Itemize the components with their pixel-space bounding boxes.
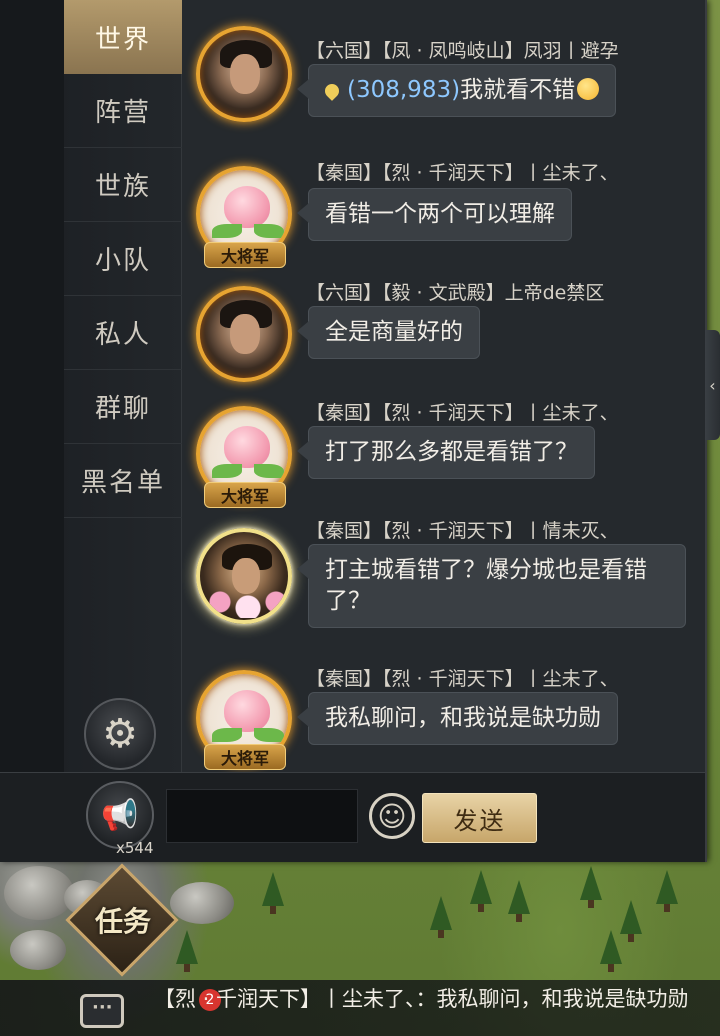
sender-name: 【六国】【凤 · 凤鸣岐山】凤羽丨避孕 [306,40,619,62]
chat-panel: 世界 阵营 世族 小队 私人 群聊 黑名单 ⚙ 【六国】【凤 · 凤鸣岐山】凤羽… [0,0,707,862]
map-rock [4,866,74,920]
message-text: 打主城看错了？爆分城也是看错了？ [325,557,647,614]
chat-ticker[interactable]: 2 【烈 · 千润天下】丨尘未了、：我私聊问，和我说是缺功勋 [0,980,720,1036]
chat-input-bar: 📢 x544 ☺ 发送 [0,772,705,862]
map-tree [620,900,642,942]
leaf-icon [212,224,242,238]
message-bubble: 全是商量好的 [297,306,480,359]
message-bubble: (308,983)我就看不错 [296,64,617,117]
task-label[interactable]: 任务 [88,892,158,948]
chat-bubble-icon[interactable]: 2 [80,989,221,1028]
leaf-icon [212,464,242,478]
map-rock [170,882,234,924]
sender-name: 【秦国】【烈 · 千润天下】丨尘未了、 [306,162,619,184]
tab-blacklist[interactable]: 黑名单 [64,444,182,518]
send-button[interactable]: 发送 [422,793,537,843]
map-tree [176,930,198,972]
message-bubble: 我私聊问，和我说是缺功勋 [297,692,618,745]
horn-count: x544 [116,839,154,857]
player-avatar[interactable] [196,26,292,122]
rank-badge: 大将军 [204,744,286,770]
tab-clan[interactable]: 世族 [64,148,182,222]
channel-sidebar: 世界 阵营 世族 小队 私人 群聊 黑名单 ⚙ [0,0,182,772]
location-pin-icon [322,81,342,101]
map-tree [508,880,530,922]
coordinate-link[interactable]: (308,983) [347,77,460,103]
map-tree [262,872,284,914]
message-text: 我就看不错 [460,77,576,103]
message-bubble: 看错一个两个可以理解 [297,188,572,241]
map-tree [580,866,602,908]
peach-icon [224,186,270,228]
sender-name: 【六国】【毅 · 文武殿】上帝de禁区 [306,282,605,304]
message-text: 看错一个两个可以理解 [325,201,555,227]
peach-icon [224,426,270,468]
flower-icon [206,588,288,618]
smile-emoji-icon [577,78,600,100]
leaf-icon [254,224,284,238]
leaf-icon [254,728,284,742]
tab-world[interactable]: 世界 [64,0,182,74]
chevron-left-icon: ‹ [709,375,716,395]
avatar-face [230,54,260,94]
message-text: 全是商量好的 [325,319,463,345]
rank-badge: 大将军 [204,242,286,268]
map-tree [430,896,452,938]
player-avatar[interactable] [196,528,292,624]
map-tree [470,870,492,912]
megaphone-icon: 📢 [101,797,139,833]
message-bubble: 打主城看错了？爆分城也是看错了？ [297,544,686,628]
message-bubble: 打了那么多都是看错了？ [297,426,595,479]
chat-input[interactable] [166,789,358,843]
map-rock [10,930,66,970]
emoji-button[interactable]: ☺ [369,793,415,839]
sender-name: 【秦国】【烈 · 千润天下】丨情未灭、 [306,520,619,542]
peach-icon [224,690,270,732]
message-list[interactable]: 【六国】【凤 · 凤鸣岐山】凤羽丨避孕 (308,983)我就看不错 大将军 【… [182,0,705,772]
sidebar-edge [0,0,64,772]
map-tree [600,930,622,972]
leaf-icon [254,464,284,478]
tab-group-chat[interactable]: 群聊 [64,370,182,444]
leaf-icon [212,728,242,742]
map-tree [656,870,678,912]
player-avatar[interactable] [196,286,292,382]
message-text: 打了那么多都是看错了？ [325,439,578,465]
rank-badge: 大将军 [204,482,286,508]
message-text: 我私聊问，和我说是缺功勋 [325,705,601,731]
gear-icon: ⚙ [102,711,138,757]
tab-camp[interactable]: 阵营 [64,74,182,148]
settings-button[interactable]: ⚙ [84,698,156,770]
tab-squad[interactable]: 小队 [64,222,182,296]
collapse-panel-button[interactable]: ‹ [705,330,720,440]
sender-name: 【秦国】【烈 · 千润天下】丨尘未了、 [306,668,619,690]
sender-name: 【秦国】【烈 · 千润天下】丨尘未了、 [306,402,619,424]
ticker-message: 【烈 · 千润天下】丨尘未了、：我私聊问，和我说是缺功勋 [154,987,689,1011]
tab-private[interactable]: 私人 [64,296,182,370]
avatar-face [230,314,260,354]
smiley-icon: ☺ [377,799,407,833]
